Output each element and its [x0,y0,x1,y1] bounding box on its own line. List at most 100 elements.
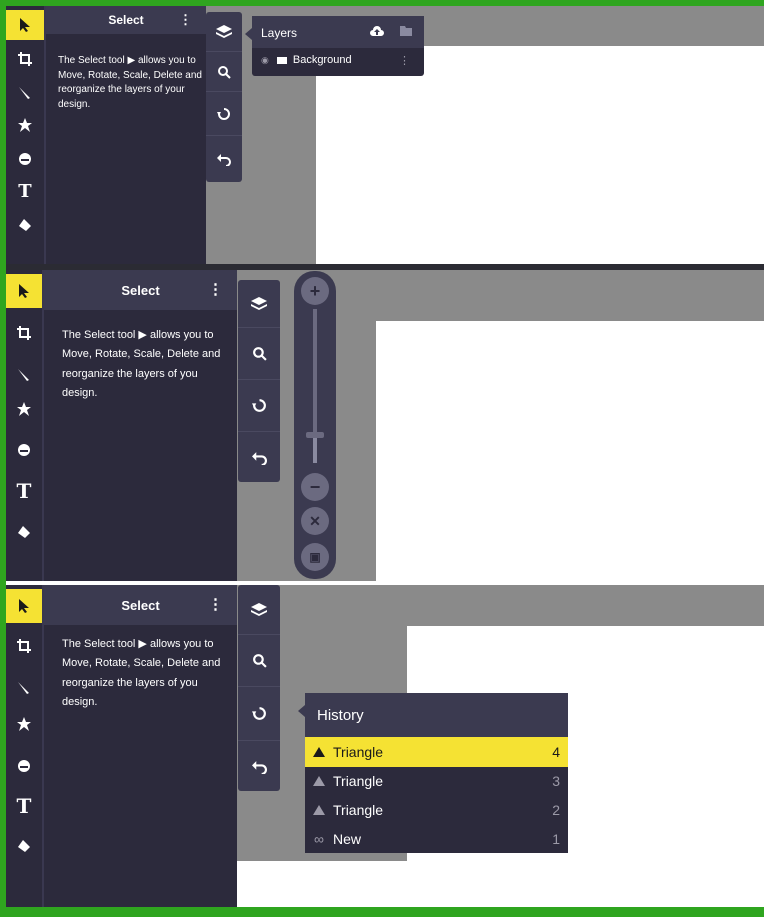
text-tool[interactable]: T [6,474,42,508]
info-header: Select ⋮ [44,585,237,625]
layers-icon [251,296,267,310]
shapes-tool[interactable] [6,110,44,140]
layers-button[interactable] [238,280,280,328]
fill-tool[interactable] [6,210,44,240]
brush-icon [18,369,29,381]
text-tool[interactable]: T [6,789,42,823]
info-header: Select ⋮ [44,270,237,310]
history-icon [251,399,266,412]
editor-view-zoom: T Select ⋮ The Select tool ▶ allows you … [6,270,764,581]
crop-icon [17,639,31,653]
more-icon[interactable]: ⋮ [208,270,223,310]
cursor-arrow-icon [19,599,29,613]
layer-thumbnail [276,56,287,64]
text-tool[interactable]: T [6,176,44,206]
history-header: History [305,693,568,737]
crop-tool[interactable] [6,316,42,350]
brush-tool[interactable] [6,671,42,705]
emoji-tool[interactable] [6,749,42,783]
history-item-label: Triangle [333,773,384,789]
shapes-tool[interactable] [6,392,42,426]
info-description: The Select tool ▶ allows you to Move, Ro… [62,329,221,399]
history-item[interactable]: Triangle 4 [305,737,568,767]
history-button[interactable] [238,380,280,432]
triangle-icon [305,805,333,815]
zoom-track [313,309,317,463]
layers-button[interactable] [206,12,242,52]
crop-tool[interactable] [6,629,42,663]
history-item[interactable]: Triangle 2 [305,795,568,825]
undo-button[interactable] [238,741,280,791]
history-item-number: 1 [552,831,560,847]
info-title: Select [121,597,160,613]
history-button[interactable] [206,92,242,136]
upload-icon[interactable] [370,25,384,37]
select-tool[interactable] [6,10,44,40]
tool-info-panel: Select ⋮ The Select tool ▶ allows you to… [46,6,206,264]
popover-caret [245,28,252,40]
paint-bucket-icon [18,840,30,852]
info-description: The Select tool ▶ allows you to Move, Ro… [62,638,221,708]
tool-info-panel: Select ⋮ The Select tool ▶ allows you to… [44,270,237,581]
side-button-bar [238,280,280,482]
infinity-icon: ∞ [314,831,324,847]
select-tool[interactable] [6,589,42,623]
layers-icon [251,602,267,616]
text-icon: T [18,180,32,202]
history-icon [217,107,230,120]
zoom-out-icon[interactable]: − [301,473,329,501]
emoji-tool[interactable] [6,144,44,174]
layers-header: Layers [252,16,424,48]
history-item[interactable]: Triangle 3 [305,766,568,796]
design-canvas[interactable] [376,321,764,581]
tool-strip: T [6,270,44,581]
folder-icon[interactable] [400,26,412,36]
select-tool[interactable] [6,274,42,308]
zoom-thumb[interactable] [306,432,324,439]
triangle-icon [305,747,333,757]
zoom-button[interactable] [238,328,280,380]
layer-row[interactable]: ◉ Background ⋮ [252,48,424,72]
fit-screen-icon[interactable]: ▣ [301,543,329,571]
editor-view-layers: T Select ⋮ The Select tool ▶ allows you … [6,6,764,264]
zoom-icon [252,654,267,668]
layers-popover: Layers ◉ Background ⋮ [252,16,424,76]
tool-strip: T [6,6,46,264]
crop-icon [17,326,31,340]
star-icon [18,118,32,132]
info-description: The Select tool ▶ allows you to Move, Ro… [58,55,202,110]
history-item-label: Triangle [333,744,384,760]
undo-icon [217,154,231,166]
history-item-label: Triangle [333,802,384,818]
side-button-bar [238,585,280,791]
crop-tool[interactable] [6,44,44,74]
zoom-fill [313,435,317,463]
more-icon[interactable]: ⋮ [179,6,192,34]
cursor-arrow-icon [19,284,29,298]
shapes-tool[interactable] [6,707,42,741]
brush-tool[interactable] [6,358,42,392]
history-title: History [317,706,364,724]
paint-bucket-icon [18,526,30,538]
history-item[interactable]: ∞ New 1 [305,824,568,854]
design-canvas[interactable] [316,46,764,264]
zoom-button[interactable] [238,635,280,687]
undo-button[interactable] [238,432,280,482]
eye-icon[interactable]: ◉ [261,55,269,66]
more-icon[interactable]: ⋮ [208,585,223,625]
layers-button[interactable] [238,585,280,635]
history-item-number: 2 [552,802,560,818]
undo-button[interactable] [206,136,242,182]
triangle-icon [305,776,333,786]
text-icon: T [16,479,32,503]
history-button[interactable] [238,687,280,741]
layer-more-icon[interactable]: ⋮ [399,54,410,67]
brush-tool[interactable] [6,78,44,108]
zoom-button[interactable] [206,52,242,92]
reset-zoom-icon[interactable]: ✕ [301,507,329,535]
fill-tool[interactable] [6,515,42,549]
brush-icon [18,682,29,694]
fill-tool[interactable] [6,829,42,863]
emoji-tool[interactable] [6,433,42,467]
zoom-in-icon[interactable]: + [301,277,329,305]
